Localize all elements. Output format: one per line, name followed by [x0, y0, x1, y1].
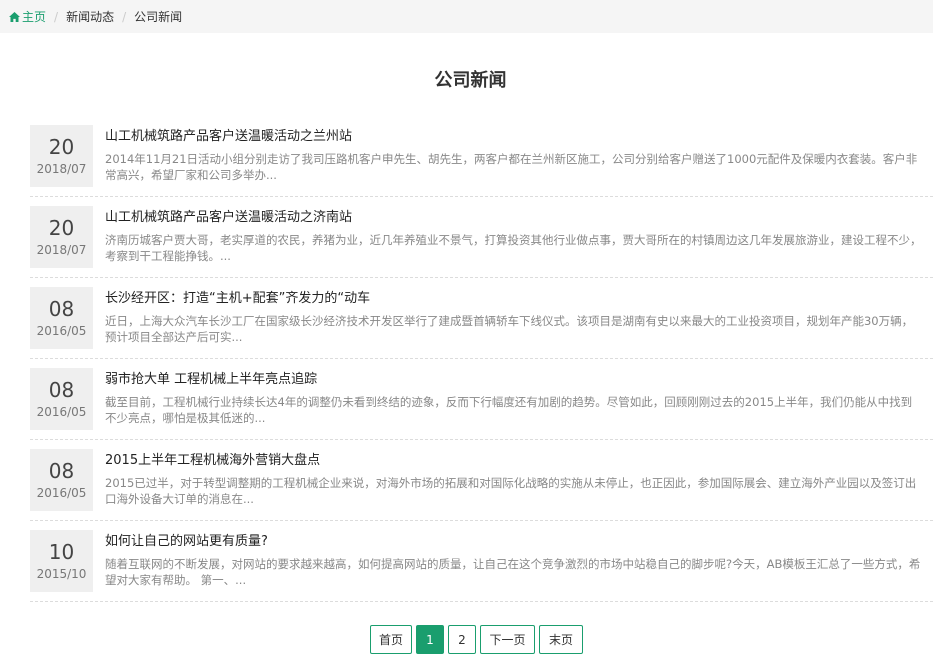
news-summary: 2015已过半，对于转型调整期的工程机械企业来说，对海外市场的拓展和对国际化战略… — [105, 476, 917, 506]
news-title-link[interactable]: 如何让自己的网站更有质量? — [105, 534, 268, 549]
date-box: 20 2018/07 — [30, 206, 93, 268]
last-page-button[interactable]: 末页 — [539, 625, 583, 654]
news-day: 20 — [48, 135, 75, 159]
date-box: 20 2018/07 — [30, 125, 93, 187]
news-day: 10 — [48, 540, 75, 564]
news-summary: 2014年11月21日活动小组分别走访了我司压路机客户申先生、胡先生，两客户都在… — [105, 152, 918, 182]
news-year-month: 2018/07 — [36, 162, 87, 176]
breadcrumb-home-link[interactable]: 主页 — [9, 8, 46, 25]
page-button-1[interactable]: 1 — [416, 625, 444, 654]
news-item[interactable]: 10 2015/10 如何让自己的网站更有质量? 随着互联网的不断发展，对网站的… — [30, 521, 933, 602]
breadcrumb-item-news[interactable]: 新闻动态 — [66, 8, 114, 25]
news-summary: 近日，上海大众汽车长沙工厂在国家级长沙经济技术开发区举行了建成暨首辆轿车下线仪式… — [105, 314, 914, 344]
news-day: 20 — [48, 216, 75, 240]
next-page-button[interactable]: 下一页 — [480, 625, 535, 654]
news-year-month: 2016/05 — [36, 405, 87, 419]
news-title-link[interactable]: 山工机械筑路产品客户送温暖活动之济南站 — [105, 210, 352, 225]
date-box: 08 2016/05 — [30, 287, 93, 349]
news-year-month: 2016/05 — [36, 324, 87, 338]
breadcrumb-separator: / — [54, 9, 59, 24]
news-summary: 济南历城客户贾大哥，老实厚道的农民，养猪为业，近几年养殖业不景气，打算投资其他行… — [105, 233, 922, 263]
news-year-month: 2015/10 — [36, 567, 87, 581]
first-page-button[interactable]: 首页 — [370, 625, 412, 654]
news-item[interactable]: 08 2016/05 2015上半年工程机械海外营销大盘点 2015已过半，对于… — [30, 440, 933, 521]
breadcrumb-separator: / — [122, 9, 127, 24]
news-item[interactable]: 20 2018/07 山工机械筑路产品客户送温暖活动之兰州站 2014年11月2… — [30, 116, 933, 197]
breadcrumb-item-current: 公司新闻 — [134, 10, 183, 24]
news-title-link[interactable]: 弱市抢大单 工程机械上半年亮点追踪 — [105, 372, 317, 387]
home-icon — [9, 11, 20, 22]
news-item[interactable]: 08 2016/05 长沙经开区：打造“主机+配套”齐发力的“动车 近日，上海大… — [30, 278, 933, 359]
news-title-link[interactable]: 长沙经开区：打造“主机+配套”齐发力的“动车 — [105, 291, 370, 306]
date-box: 08 2016/05 — [30, 449, 93, 511]
news-day: 08 — [48, 297, 75, 321]
breadcrumb: 主页 / 新闻动态 / 公司新闻 — [0, 0, 933, 33]
news-day: 08 — [48, 378, 75, 402]
news-title-link[interactable]: 2015上半年工程机械海外营销大盘点 — [105, 453, 320, 468]
news-summary: 截至目前，工程机械行业持续长达4年的调整仍未看到终结的迹象，反而下行幅度还有加剧… — [105, 395, 913, 425]
news-title-link[interactable]: 山工机械筑路产品客户送温暖活动之兰州站 — [105, 129, 352, 144]
date-box: 08 2016/05 — [30, 368, 93, 430]
page-title: 公司新闻 — [434, 70, 507, 91]
news-year-month: 2018/07 — [36, 243, 87, 257]
news-summary: 随着互联网的不断发展，对网站的要求越来越高，如何提高网站的质量，让自己在这个竞争… — [105, 557, 921, 587]
date-box: 10 2015/10 — [30, 530, 93, 592]
news-year-month: 2016/05 — [36, 486, 87, 500]
news-list: 20 2018/07 山工机械筑路产品客户送温暖活动之兰州站 2014年11月2… — [30, 116, 933, 602]
pagination: 首页 1 2 下一页 末页 — [370, 625, 587, 654]
news-day: 08 — [48, 459, 75, 483]
page-button-2[interactable]: 2 — [448, 625, 476, 654]
news-item[interactable]: 20 2018/07 山工机械筑路产品客户送温暖活动之济南站 济南历城客户贾大哥… — [30, 197, 933, 278]
news-item[interactable]: 08 2016/05 弱市抢大单 工程机械上半年亮点追踪 截至目前，工程机械行业… — [30, 359, 933, 440]
breadcrumb-home-label: 主页 — [22, 10, 47, 24]
